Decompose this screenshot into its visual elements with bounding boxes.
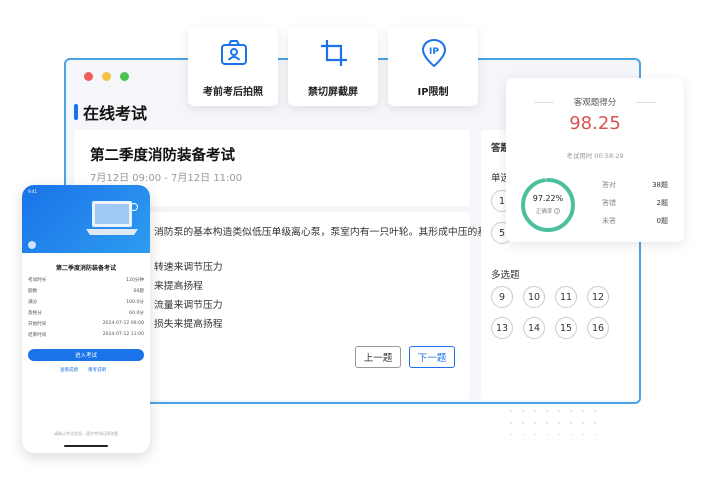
feature-label: 考前考后拍照 bbox=[203, 87, 263, 98]
stat-label: 答对 bbox=[602, 181, 616, 189]
info-key: 开始时间 bbox=[28, 322, 47, 327]
phone-close-icon[interactable] bbox=[130, 203, 138, 211]
stat-label: 未答 bbox=[602, 217, 616, 225]
info-key: 结束时间 bbox=[28, 333, 47, 338]
info-row: 满分 100.0分 bbox=[28, 299, 144, 305]
info-row: 结束时间 2024-07-12 11:00 bbox=[28, 332, 144, 338]
info-key: 题数 bbox=[28, 289, 38, 294]
crop-icon bbox=[321, 40, 347, 66]
camera-user-icon bbox=[221, 40, 247, 65]
accuracy-label-text: 正确率 bbox=[535, 209, 553, 215]
accuracy-label: 正确率 ? bbox=[519, 207, 577, 215]
accuracy-rate: 97.22% bbox=[532, 194, 564, 203]
feature-label: IP限制 bbox=[417, 87, 449, 98]
prev-question-button[interactable]: 上一题 bbox=[355, 346, 401, 368]
exam-duration: 考试用时 00:58:29 bbox=[566, 152, 624, 160]
phone-footer-note: 请确认考试信息，遵守考场纪律答题 bbox=[54, 431, 118, 436]
mobile-phone: 9:41 第二季度消防装备考试 考试时长 120分钟 题数 60题 满分 100.0分… bbox=[22, 185, 150, 453]
enter-exam-button[interactable]: 进入考试 bbox=[28, 349, 144, 361]
feature-card-photo: 考前考后拍照 bbox=[188, 26, 278, 106]
info-value: 100.0分 bbox=[126, 300, 144, 305]
decorative-dot-grid bbox=[505, 405, 605, 435]
next-question-button[interactable]: 下一题 bbox=[409, 346, 455, 368]
score-card: 客观题得分 98.25 考试用时 00:58:29 97.22% 正确率 ? 答… bbox=[506, 78, 684, 242]
question-number[interactable]: 12 bbox=[587, 286, 609, 308]
score-title: 客观题得分 bbox=[573, 98, 617, 108]
option-d[interactable]: 损失来提高扬程 bbox=[154, 316, 223, 330]
phone-status-time: 9:41 bbox=[28, 189, 37, 194]
info-row: 及格分 60.0分 bbox=[28, 310, 144, 316]
maximize-dot[interactable] bbox=[120, 72, 129, 81]
accuracy-arc bbox=[521, 178, 575, 232]
stat-value: 0题 bbox=[656, 217, 668, 225]
question-text: 消防泵的基本构造类似低压单级离心泵，泵室内有一只叶轮。其形成中压的基本 bbox=[154, 227, 497, 238]
question-number[interactable]: 14 bbox=[523, 317, 545, 339]
question-number[interactable]: 10 bbox=[523, 286, 545, 308]
question-number[interactable]: 16 bbox=[587, 317, 609, 339]
score-value: 98.25 bbox=[569, 113, 621, 134]
title-accent-bar bbox=[74, 104, 78, 120]
option-b[interactable]: 来提高扬程 bbox=[154, 278, 203, 292]
stat-label: 答错 bbox=[602, 199, 616, 207]
stat-value: 38题 bbox=[652, 181, 668, 189]
page-title: 在线考试 bbox=[83, 104, 148, 123]
option-c[interactable]: 流量来调节压力 bbox=[154, 297, 223, 311]
view-score-link[interactable]: 查看成绩 bbox=[60, 367, 78, 373]
info-row: 题数 60题 bbox=[28, 288, 144, 294]
close-dot[interactable] bbox=[84, 72, 93, 81]
svg-text:IP: IP bbox=[429, 47, 439, 57]
info-value: 60题 bbox=[133, 289, 144, 294]
option-a[interactable]: 转速来调节压力 bbox=[154, 259, 223, 273]
phone-banner: 9:41 bbox=[22, 185, 150, 253]
help-icon: ? bbox=[554, 208, 561, 214]
accuracy-ring bbox=[521, 178, 575, 232]
stat-value: 2题 bbox=[656, 199, 668, 207]
retake-info-link[interactable]: 重考说明 bbox=[88, 367, 106, 373]
question-number[interactable]: 11 bbox=[555, 286, 577, 308]
question-number[interactable]: 13 bbox=[491, 317, 513, 339]
phone-exam-title: 第二季度消防装备考试 bbox=[55, 265, 116, 272]
exam-title: 第二季度消防装备考试 bbox=[90, 148, 235, 164]
ip-location-icon: IP bbox=[421, 38, 447, 68]
info-value: 120分钟 bbox=[126, 278, 144, 283]
feature-label: 禁切屏截屏 bbox=[308, 87, 358, 98]
question-number[interactable]: 15 bbox=[555, 317, 577, 339]
info-row: 开始时间 2024-07-12 09:00 bbox=[28, 321, 144, 327]
multi-choice-label: 多选题 bbox=[491, 270, 520, 281]
minimize-dot[interactable] bbox=[102, 72, 111, 81]
info-key: 及格分 bbox=[28, 311, 42, 316]
info-row: 考试时长 120分钟 bbox=[28, 277, 144, 283]
info-value: 2024-07-12 09:00 bbox=[102, 321, 144, 326]
exam-time: 7月12日 09:00 - 7月12日 11:00 bbox=[90, 173, 243, 184]
info-key: 满分 bbox=[28, 300, 38, 305]
info-value: 2024-07-12 11:00 bbox=[102, 332, 144, 337]
info-key: 考试时长 bbox=[28, 278, 47, 283]
question-number[interactable]: 9 bbox=[491, 286, 513, 308]
feature-card-screen-lock: 禁切屏截屏 bbox=[288, 26, 378, 106]
info-value: 60.0分 bbox=[129, 311, 144, 316]
avatar bbox=[28, 241, 36, 249]
feature-card-ip: IP IP限制 bbox=[388, 26, 478, 106]
home-indicator bbox=[64, 445, 108, 447]
